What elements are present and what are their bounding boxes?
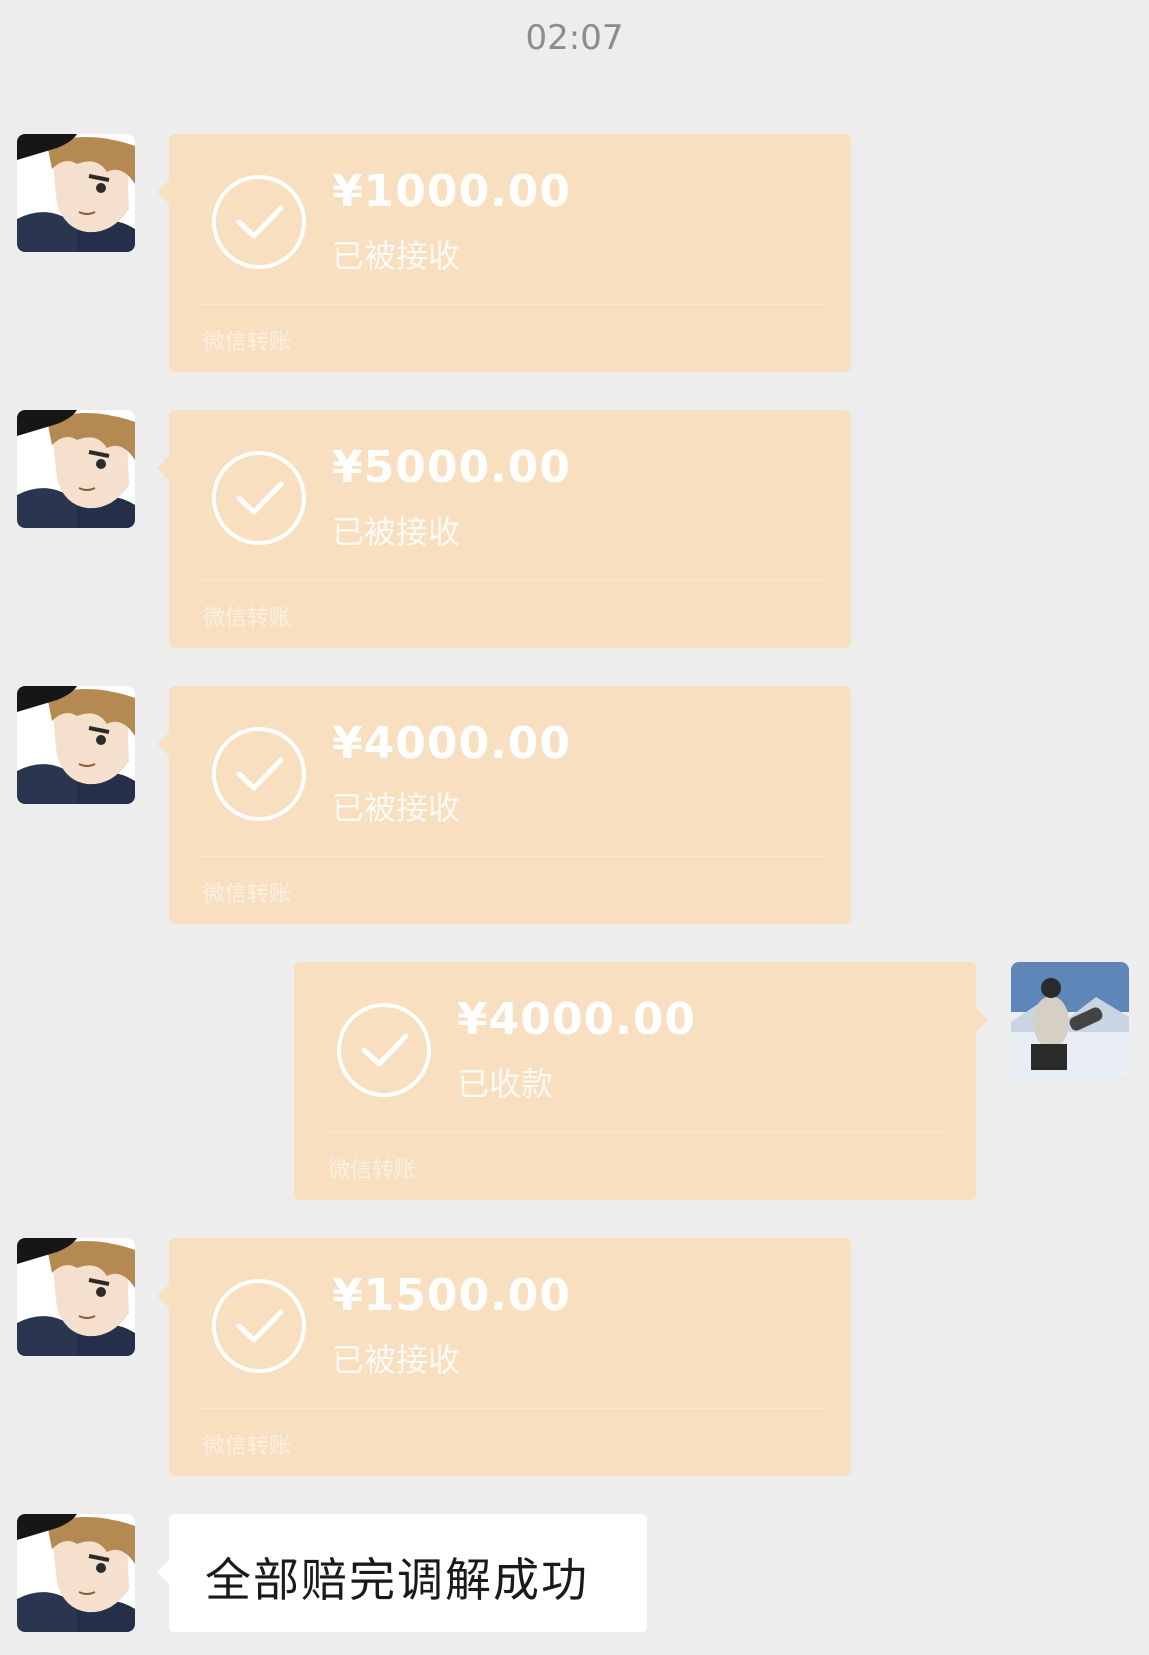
check-circle-icon: [334, 1000, 434, 1100]
transfer-amount: ¥4000.00: [457, 994, 697, 1045]
divider: [197, 580, 823, 581]
chat-timestamp: 02:07: [525, 18, 624, 58]
anime-avatar-image: [17, 1514, 135, 1632]
divider: [197, 304, 823, 305]
contact-avatar[interactable]: [17, 686, 135, 804]
check-circle-icon: [209, 724, 309, 824]
transfer-bubble[interactable]: ¥4000.00 已被接收 微信转账: [157, 686, 851, 924]
anime-avatar-image: [17, 134, 135, 252]
transfer-status: 已被接收: [332, 513, 461, 551]
transfer-footer: 微信转账: [203, 330, 292, 355]
anime-avatar-image: [17, 1238, 135, 1356]
contact-avatar[interactable]: [17, 410, 135, 528]
anime-avatar-image: [17, 410, 135, 528]
transfer-bubble[interactable]: ¥1500.00 已被接收 微信转账: [157, 1238, 851, 1476]
divider: [197, 856, 823, 857]
transfer-amount: ¥1500.00: [332, 1270, 572, 1321]
divider: [197, 1408, 823, 1409]
contact-avatar[interactable]: [17, 1514, 135, 1632]
divider: [322, 1132, 948, 1133]
snowboarder-avatar-image: [1011, 962, 1129, 1080]
transfer-footer: 微信转账: [328, 1158, 417, 1183]
transfer-status: 已被接收: [332, 237, 461, 275]
check-circle-icon: [209, 448, 309, 548]
message-text: 全部赔完调解成功: [205, 1553, 589, 1607]
transfer-amount: ¥1000.00: [332, 166, 572, 217]
transfer-footer: 微信转账: [203, 1434, 292, 1459]
transfer-footer: 微信转账: [203, 882, 292, 907]
transfer-bubble[interactable]: ¥5000.00 已被接收 微信转账: [157, 410, 851, 648]
contact-avatar[interactable]: [17, 134, 135, 252]
transfer-footer: 微信转账: [203, 606, 292, 631]
text-message-bubble[interactable]: 全部赔完调解成功: [157, 1514, 647, 1632]
transfer-bubble[interactable]: ¥4000.00 已收款 微信转账: [294, 962, 988, 1200]
transfer-bubble[interactable]: ¥1000.00 已被接收 微信转账: [157, 134, 851, 372]
check-circle-icon: [209, 172, 309, 272]
transfer-status: 已被接收: [332, 1341, 461, 1379]
transfer-status: 已被接收: [332, 789, 461, 827]
transfer-amount: ¥4000.00: [332, 718, 572, 769]
transfer-status: 已收款: [457, 1065, 554, 1103]
check-circle-icon: [209, 1276, 309, 1376]
self-avatar[interactable]: [1011, 962, 1129, 1080]
anime-avatar-image: [17, 686, 135, 804]
contact-avatar[interactable]: [17, 1238, 135, 1356]
transfer-amount: ¥5000.00: [332, 442, 572, 493]
